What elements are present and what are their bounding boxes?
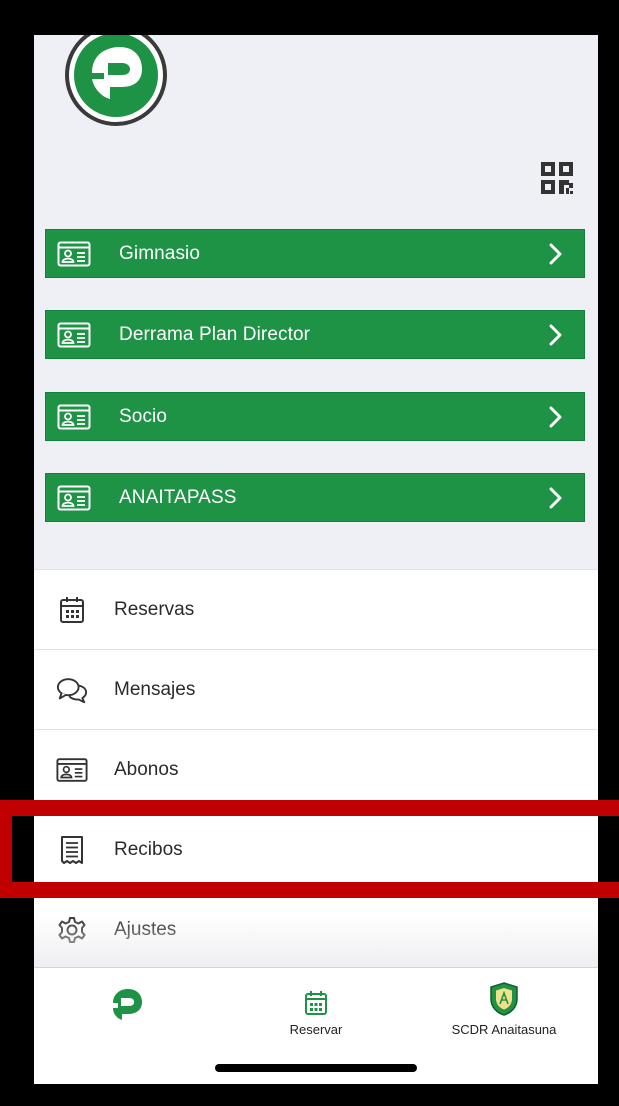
card-anaitapass[interactable]: ANAITAPASS bbox=[45, 473, 585, 522]
card-label: Derrama Plan Director bbox=[119, 323, 311, 345]
chevron-right-icon bbox=[549, 406, 562, 427]
tab-bar: Reservar SCDR Anaitasuna bbox=[34, 967, 598, 1084]
qr-code-icon[interactable] bbox=[540, 161, 574, 195]
app-logo bbox=[65, 35, 167, 126]
menu-item-mensajes[interactable]: Mensajes bbox=[34, 649, 598, 729]
app-logo-icon bbox=[113, 989, 142, 1020]
card-socio[interactable]: Socio bbox=[45, 392, 585, 441]
chat-icon bbox=[56, 674, 88, 706]
id-card-icon bbox=[57, 485, 91, 510]
menu-item-recibos[interactable]: Recibos bbox=[34, 809, 598, 889]
chevron-right-icon bbox=[549, 324, 562, 345]
app-screen: Gimnasio Derrama Plan Director Socio ANA… bbox=[34, 35, 598, 1084]
receipt-icon bbox=[56, 834, 88, 866]
chevron-right-icon bbox=[549, 487, 562, 508]
id-card-icon bbox=[56, 754, 88, 786]
id-card-icon bbox=[57, 241, 91, 266]
tab-label: SCDR Anaitasuna bbox=[451, 1022, 557, 1037]
chevron-right-icon bbox=[549, 243, 562, 264]
card-label: Socio bbox=[119, 405, 168, 427]
tab-reservar[interactable]: Reservar bbox=[268, 968, 364, 1058]
id-card-icon bbox=[57, 404, 91, 429]
calendar-icon bbox=[305, 991, 327, 1015]
club-shield-icon bbox=[490, 982, 518, 1016]
home-indicator bbox=[215, 1064, 417, 1072]
card-gimnasio[interactable]: Gimnasio bbox=[45, 229, 585, 278]
menu-item-label: Reservas bbox=[114, 598, 195, 620]
menu-list: Reservas Mensajes Abonos Recibos Ajustes bbox=[34, 569, 598, 969]
menu-item-ajustes[interactable]: Ajustes bbox=[34, 889, 598, 969]
menu-item-label: Abonos bbox=[114, 758, 179, 780]
calendar-icon bbox=[56, 594, 88, 626]
menu-item-abonos[interactable]: Abonos bbox=[34, 729, 598, 809]
menu-item-reservas[interactable]: Reservas bbox=[34, 569, 598, 649]
tab-home[interactable] bbox=[92, 968, 162, 1058]
tab-label: Reservar bbox=[289, 1022, 343, 1037]
menu-item-label: Ajustes bbox=[114, 918, 177, 940]
gear-icon bbox=[56, 914, 88, 946]
card-label: Gimnasio bbox=[119, 242, 201, 264]
card-label: ANAITAPASS bbox=[119, 486, 237, 508]
menu-item-label: Recibos bbox=[114, 838, 183, 860]
menu-item-label: Mensajes bbox=[114, 678, 196, 700]
id-card-icon bbox=[57, 322, 91, 347]
tab-scdr-anaitasuna[interactable]: SCDR Anaitasuna bbox=[434, 968, 574, 1058]
card-derrama-plan-director[interactable]: Derrama Plan Director bbox=[45, 310, 585, 359]
